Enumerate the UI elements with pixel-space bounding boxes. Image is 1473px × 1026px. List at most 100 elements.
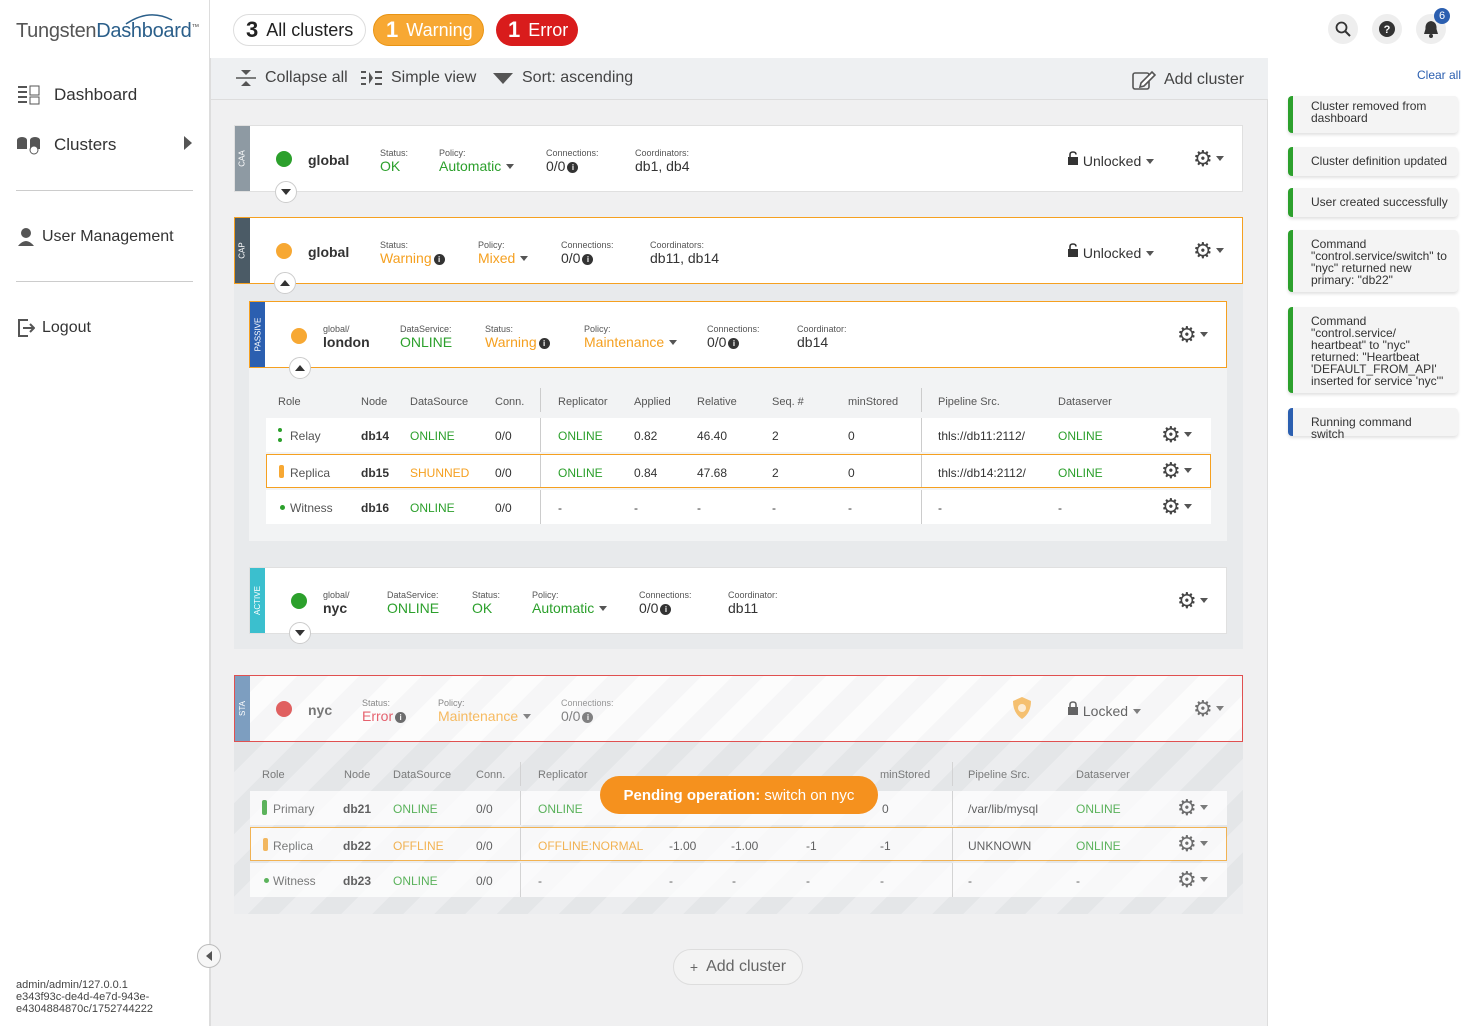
lock-label: Locked xyxy=(1082,703,1129,719)
simple-view-button[interactable]: Simple view xyxy=(361,69,476,87)
settings-button[interactable]: ⚙ xyxy=(1193,698,1224,720)
info-icon[interactable]: i xyxy=(433,254,445,265)
sidebar: TungstenDashboard™ Dashboard Clusters Us… xyxy=(0,0,210,1026)
row-settings-button[interactable]: ⚙ xyxy=(1177,797,1208,819)
policy-field[interactable]: Policy: Automatic xyxy=(532,590,608,616)
policy-value: Mixed xyxy=(478,250,516,266)
expand-toggle[interactable] xyxy=(289,622,311,644)
connections-field: Connections: 0/0 i xyxy=(639,590,692,616)
cluster-name: global xyxy=(308,152,350,168)
clear-all-link[interactable]: Clear all xyxy=(1417,68,1461,82)
caret-down-icon xyxy=(1183,432,1192,437)
nav-divider xyxy=(16,281,193,282)
info-icon[interactable]: i xyxy=(567,162,579,173)
lock-dropdown[interactable]: Unlocked xyxy=(1067,151,1155,169)
nav-clusters[interactable]: Clusters xyxy=(16,134,193,156)
info-icon[interactable]: i xyxy=(538,338,550,349)
sort-button[interactable]: Sort: ascending xyxy=(492,69,633,87)
policy-dropdown[interactable]: Maintenance xyxy=(584,334,678,350)
field-label: Coordinator: xyxy=(728,590,778,600)
policy-field[interactable]: Policy: Automatic xyxy=(439,148,515,174)
info-icon[interactable]: i xyxy=(660,604,672,615)
add-cluster-label: Add cluster xyxy=(706,958,787,975)
settings-button[interactable]: ⚙ xyxy=(1193,240,1224,262)
notifications-button[interactable]: 6 xyxy=(1416,8,1450,44)
col-header-dataserver: Dataserver xyxy=(1076,769,1130,781)
policy-field[interactable]: Policy: Maintenance xyxy=(584,324,678,350)
all-clusters-filter[interactable]: 3 All clusters xyxy=(233,14,367,46)
collapse-toggle[interactable] xyxy=(289,357,311,379)
policy-dropdown[interactable]: Automatic xyxy=(532,600,608,616)
notification-item[interactable]: Cluster removed from dashboard xyxy=(1288,96,1458,133)
info-icon[interactable]: i xyxy=(395,712,407,723)
table-row[interactable]: Relay db14 ONLINE 0/0 ONLINE 0.82 46.40 … xyxy=(266,418,1211,452)
add-cluster-button[interactable]: + Add cluster xyxy=(673,949,803,985)
coordinator-value: db14 xyxy=(797,334,829,350)
row-settings-button[interactable]: ⚙ xyxy=(1161,460,1192,482)
policy-field[interactable]: Policy: Mixed xyxy=(478,240,529,266)
info-icon[interactable]: i xyxy=(582,712,594,723)
row-settings-button[interactable]: ⚙ xyxy=(1161,496,1192,518)
sort-label: Sort: ascending xyxy=(522,69,634,86)
nav-logout-label: Logout xyxy=(42,319,91,336)
table-row[interactable]: Witness db16 ONLINE 0/0 - - - - - - - ⚙ xyxy=(266,490,1211,524)
lock-dropdown[interactable]: Locked xyxy=(1067,701,1142,719)
app-logo[interactable]: TungstenDashboard™ xyxy=(16,14,199,43)
nav-logout[interactable]: Logout xyxy=(16,317,91,339)
nav-dashboard[interactable]: Dashboard xyxy=(16,84,137,106)
settings-button[interactable]: ⚙ xyxy=(1177,324,1208,346)
collapse-toggle[interactable] xyxy=(274,272,296,294)
table-row[interactable]: Replica db15 SHUNNED 0/0 ONLINE 0.84 47.… xyxy=(266,454,1211,488)
simple-view-label: Simple view xyxy=(391,69,477,86)
policy-dropdown[interactable]: Mixed xyxy=(478,250,529,266)
table-row[interactable]: Replica db22 OFFLINE 0/0 OFFLINE:NORMAL … xyxy=(250,827,1227,861)
warning-label: Warning xyxy=(406,19,473,40)
cell-conn: 0/0 xyxy=(476,802,493,816)
cell-applied: 0.84 xyxy=(634,466,658,480)
column-divider xyxy=(540,455,541,487)
settings-button[interactable]: ⚙ xyxy=(1177,590,1208,612)
table-row[interactable]: Witness db23 ONLINE 0/0 - - - - - - - ⚙ xyxy=(250,863,1227,897)
col-header-conn: Conn. xyxy=(495,396,525,408)
connections-value: 0/0 xyxy=(707,334,727,350)
row-settings-button[interactable]: ⚙ xyxy=(1161,424,1192,446)
policy-dropdown[interactable]: Automatic xyxy=(439,158,515,174)
col-header-pipeline: Pipeline Src. xyxy=(938,396,1000,408)
row-settings-button[interactable]: ⚙ xyxy=(1177,833,1208,855)
error-filter[interactable]: 1 Error xyxy=(496,14,578,46)
logo-swoosh-icon xyxy=(125,14,173,25)
cell-applied: - xyxy=(634,501,638,515)
caret-down-icon xyxy=(1199,598,1208,603)
field-label: Connections: xyxy=(639,590,692,600)
notification-item[interactable]: Cluster definition updated xyxy=(1288,147,1458,176)
coordinator-field: Coordinator: db11 xyxy=(728,590,778,616)
notification-item[interactable]: Running command switch xyxy=(1288,408,1458,440)
collapse-sidebar-button[interactable] xyxy=(197,944,221,968)
cell-dataserver: ONLINE xyxy=(1058,429,1103,443)
lock-dropdown[interactable]: Unlocked xyxy=(1067,243,1155,261)
column-divider xyxy=(520,791,521,825)
row-settings-button[interactable]: ⚙ xyxy=(1177,869,1208,891)
cluster-type-label: CAP xyxy=(238,242,248,259)
collapse-all-button[interactable]: Collapse all xyxy=(235,69,348,87)
info-icon[interactable]: i xyxy=(728,338,740,349)
cell-dataserver: - xyxy=(1058,501,1062,515)
notification-item[interactable]: Command "control.service/ heartbeat" to … xyxy=(1288,307,1458,393)
cell-datasource: ONLINE xyxy=(410,501,455,515)
expand-toggle[interactable] xyxy=(275,181,297,203)
search-button[interactable] xyxy=(1328,14,1358,44)
help-button[interactable]: ? xyxy=(1372,14,1402,44)
field-label: Status: xyxy=(380,148,409,158)
info-icon[interactable]: i xyxy=(582,254,594,265)
col-header-datasource: DataSource xyxy=(393,769,452,781)
add-cluster-toolbar-button[interactable]: Add cluster xyxy=(1132,69,1244,91)
notification-item[interactable]: User created successfully xyxy=(1288,188,1458,217)
help-icon: ? xyxy=(1379,21,1395,37)
warning-filter[interactable]: 1 Warning xyxy=(373,14,484,46)
notification-item[interactable]: Command "control.service/switch" to "nyc… xyxy=(1288,230,1458,292)
policy-field[interactable]: Policy: Maintenance xyxy=(438,698,532,724)
policy-dropdown[interactable]: Maintenance xyxy=(438,708,532,724)
nav-user-management[interactable]: User Management xyxy=(16,226,174,248)
cluster-type-label: PASSIVE xyxy=(253,317,262,352)
settings-button[interactable]: ⚙ xyxy=(1193,148,1224,170)
